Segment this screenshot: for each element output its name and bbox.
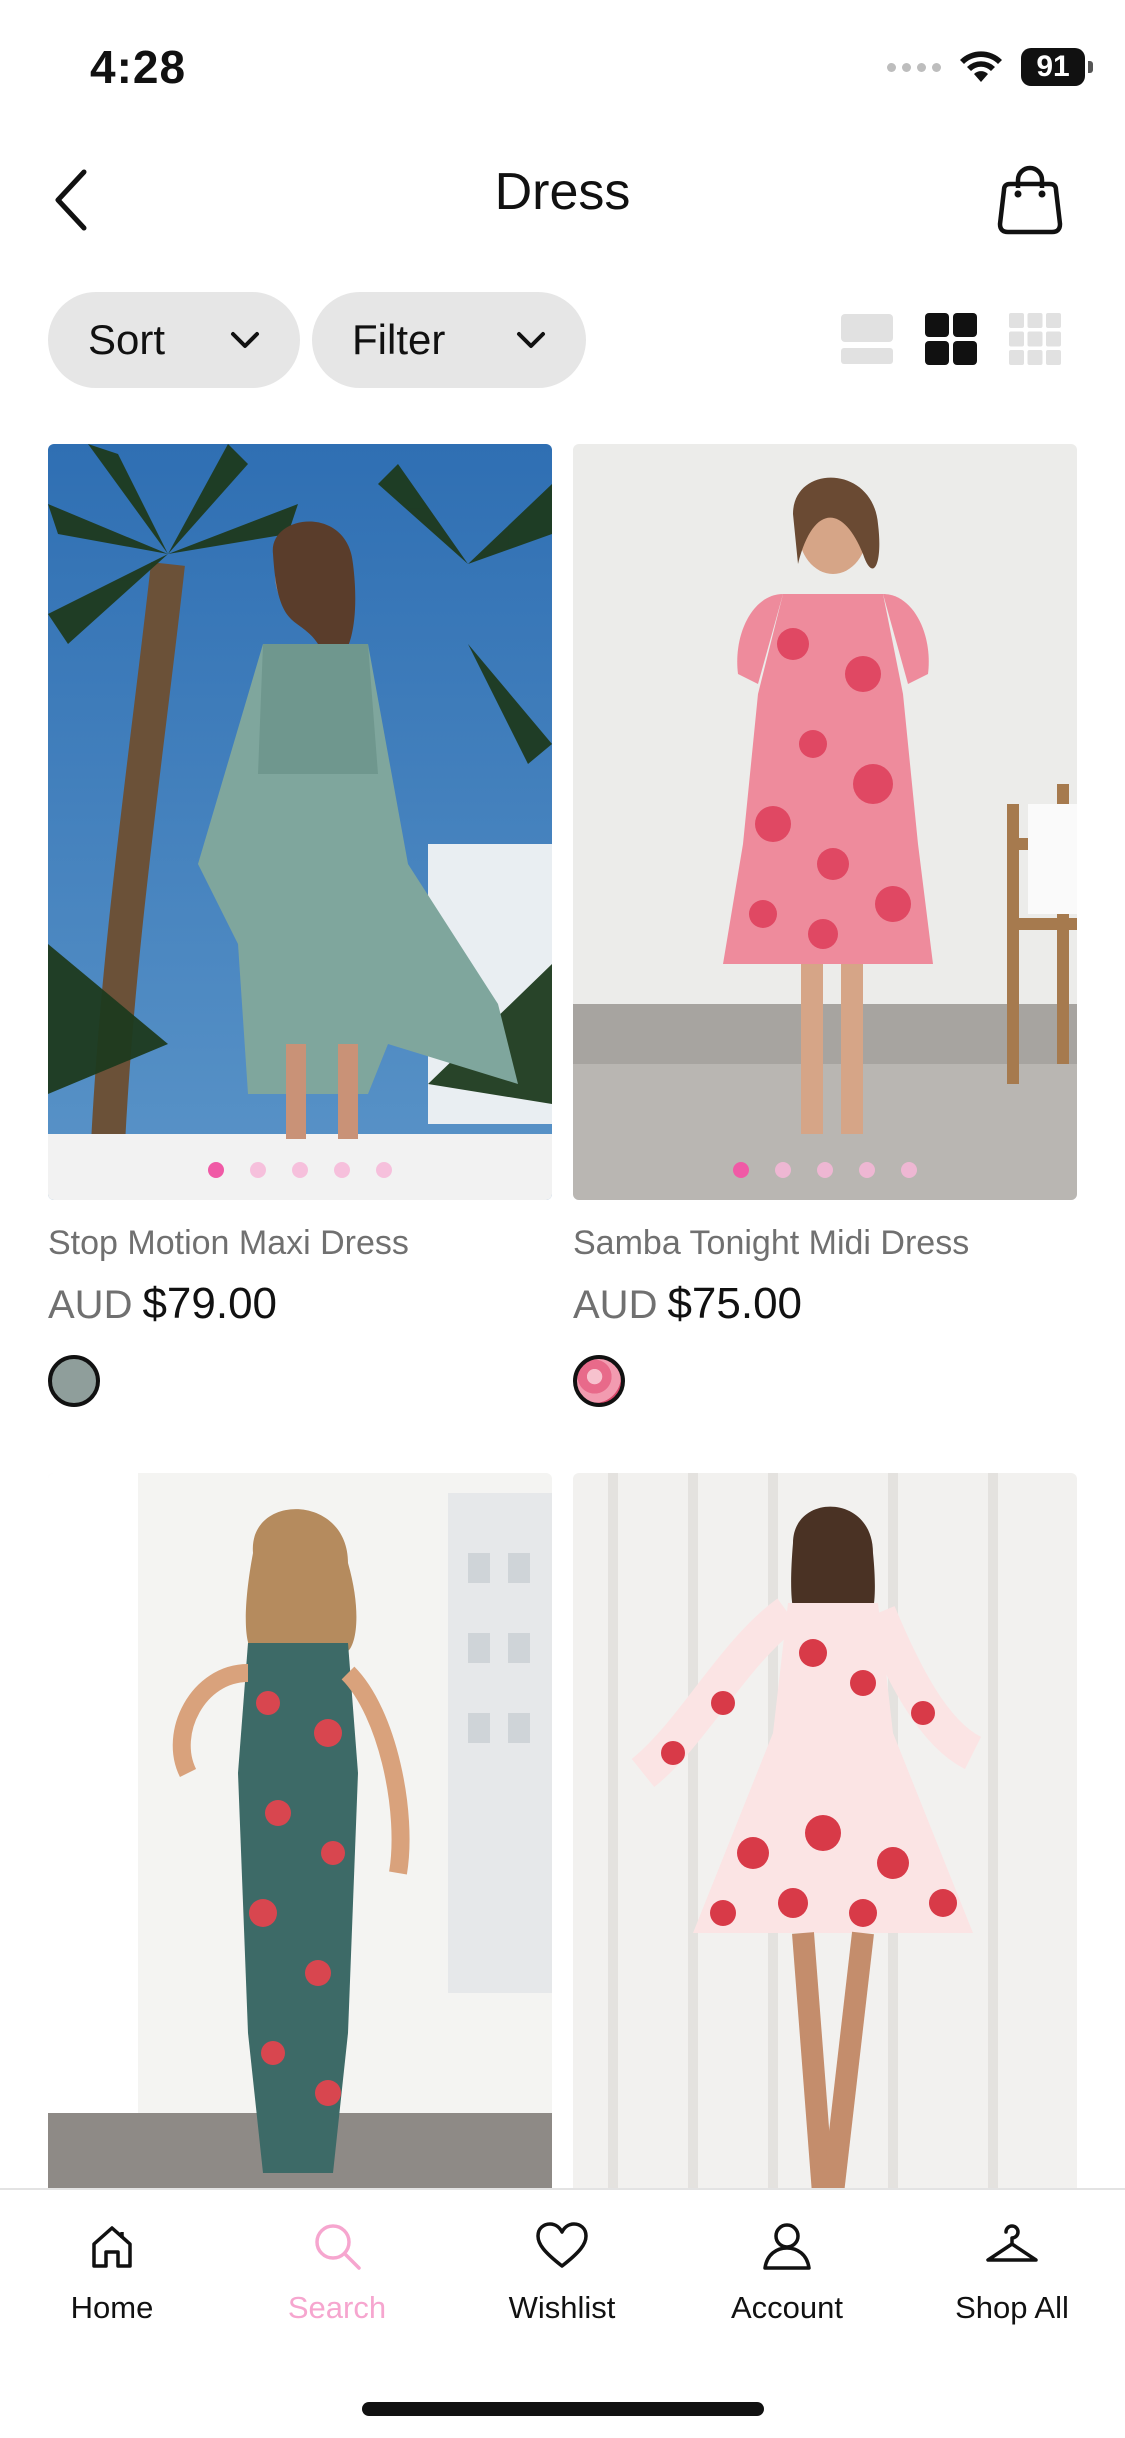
nav-account[interactable]: Account bbox=[687, 2218, 887, 2326]
product-photo bbox=[573, 444, 1077, 1200]
nav-wishlist[interactable]: Wishlist bbox=[462, 2218, 662, 2326]
nav-search[interactable]: Search bbox=[237, 2218, 437, 2326]
shopping-bag-icon bbox=[997, 165, 1063, 235]
hanger-icon bbox=[986, 2224, 1038, 2262]
product-card[interactable] bbox=[573, 1473, 1077, 2229]
price-value: $75.00 bbox=[667, 1279, 803, 1328]
filter-label: Filter bbox=[352, 316, 446, 363]
product-photo bbox=[573, 1473, 1077, 2229]
product-card[interactable] bbox=[48, 1473, 552, 2229]
battery-icon: 91 bbox=[1021, 48, 1093, 86]
product-price: AUD $79.00 bbox=[48, 1279, 552, 1329]
nav-home[interactable]: Home bbox=[12, 2218, 212, 2326]
home-indicator bbox=[362, 2402, 764, 2416]
list-view-icon[interactable] bbox=[840, 312, 894, 366]
product-card[interactable]: Stop Motion Maxi Dress AUD $79.00 bbox=[48, 444, 552, 1407]
price-currency: AUD bbox=[573, 1283, 658, 1327]
nav-wishlist-label: Wishlist bbox=[508, 2290, 616, 2325]
nav-shop-all[interactable]: Shop All bbox=[912, 2218, 1112, 2326]
user-icon bbox=[763, 2223, 811, 2270]
product-price: AUD $75.00 bbox=[573, 1279, 1077, 1329]
sort-label: Sort bbox=[88, 316, 166, 363]
product-card[interactable]: Samba Tonight Midi Dress AUD $75.00 bbox=[573, 444, 1077, 1407]
sort-button[interactable]: Sort bbox=[48, 292, 300, 388]
home-icon bbox=[92, 2226, 132, 2268]
price-value: $79.00 bbox=[142, 1279, 278, 1328]
nav-account-label: Account bbox=[730, 2290, 843, 2325]
product-photo bbox=[48, 444, 552, 1200]
color-swatch[interactable] bbox=[48, 1355, 100, 1407]
product-image[interactable] bbox=[573, 444, 1077, 1200]
product-name[interactable]: Samba Tonight Midi Dress bbox=[573, 1224, 1077, 1263]
shopping-bag-button[interactable] bbox=[990, 158, 1070, 238]
filter-button[interactable]: Filter bbox=[312, 292, 586, 388]
color-swatch[interactable] bbox=[573, 1355, 625, 1407]
status-icons: 91 bbox=[887, 48, 1093, 86]
image-pagination bbox=[573, 1162, 1077, 1178]
price-currency: AUD bbox=[48, 1283, 133, 1327]
image-pagination bbox=[48, 1162, 552, 1178]
signal-icon bbox=[887, 62, 941, 72]
bottom-nav: Home Search Wishlist Account Shop All bbox=[0, 2188, 1125, 2438]
chevron-down-icon bbox=[231, 332, 259, 348]
page-title: Dress bbox=[494, 163, 631, 221]
heart-icon bbox=[536, 2222, 588, 2268]
status-bar: 4:28 91 bbox=[0, 0, 1125, 140]
nav-shop-all-label: Shop All bbox=[955, 2290, 1069, 2325]
search-icon bbox=[315, 2224, 361, 2270]
product-image[interactable] bbox=[573, 1473, 1077, 2229]
product-photo bbox=[48, 1473, 552, 2229]
wifi-icon bbox=[960, 51, 1002, 82]
nav-search-label: Search bbox=[287, 2290, 387, 2325]
status-time: 4:28 bbox=[90, 41, 187, 93]
toolbar: Sort Filter bbox=[0, 292, 1125, 390]
grid-3-view-icon[interactable] bbox=[1008, 312, 1062, 366]
header: Dress bbox=[0, 140, 1125, 255]
product-image[interactable] bbox=[48, 1473, 552, 2229]
product-image[interactable] bbox=[48, 444, 552, 1200]
nav-home-label: Home bbox=[70, 2290, 154, 2325]
product-name[interactable]: Stop Motion Maxi Dress bbox=[48, 1224, 552, 1263]
chevron-down-icon bbox=[517, 332, 545, 348]
grid-2-view-icon[interactable] bbox=[924, 312, 978, 366]
